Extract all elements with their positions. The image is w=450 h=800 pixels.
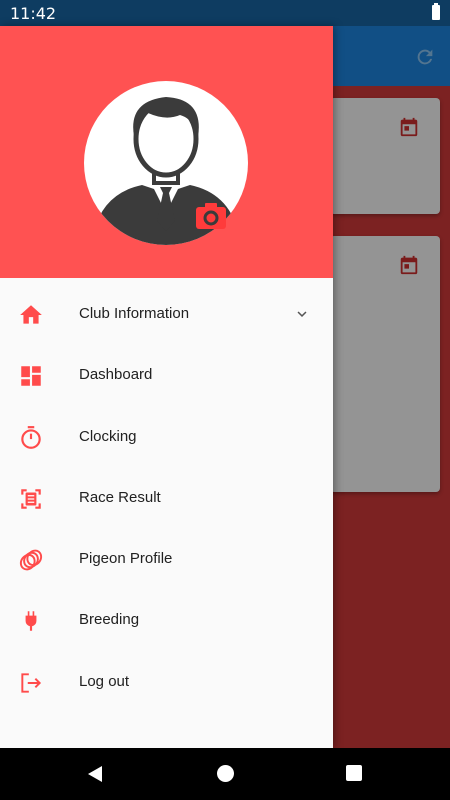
status-bar: 11:42	[0, 0, 450, 26]
timer-icon	[21, 425, 41, 449]
chevron-down-icon[interactable]	[293, 305, 311, 323]
status-time: 11:42	[10, 4, 57, 23]
menu-item-label: Club Information	[79, 305, 190, 322]
recents-icon[interactable]	[346, 765, 362, 781]
menu-item-pigeon-profile[interactable]: Pigeon Profile	[0, 529, 333, 590]
menu-item-label: Log out	[79, 672, 130, 690]
menu-item-label: Dashboard	[79, 366, 153, 384]
home-button-icon[interactable]	[217, 765, 234, 782]
battery-full-icon	[432, 3, 440, 20]
menu-item-label: Clocking	[79, 427, 137, 445]
menu-item-log-out[interactable]: Log out	[0, 652, 333, 713]
menu-item-label: Breeding	[79, 611, 140, 629]
back-icon[interactable]	[86, 765, 104, 783]
menu-item-clocking[interactable]: Clocking	[0, 407, 333, 468]
camera-icon[interactable]	[196, 203, 226, 229]
menu-item-label: Race Result	[79, 488, 161, 506]
drawer-header	[0, 26, 333, 278]
menu-item-club-information[interactable]: Club Information	[0, 284, 333, 345]
logout-icon	[21, 673, 42, 693]
home-icon	[20, 305, 42, 324]
race-result-icon	[21, 489, 41, 509]
plug-icon	[25, 611, 37, 632]
dashboard-icon	[21, 366, 41, 387]
menu-item-race-result[interactable]: Race Result	[0, 468, 333, 529]
menu-item-label: Pigeon Profile	[79, 550, 173, 568]
menu-item-dashboard[interactable]: Dashboard	[0, 345, 333, 406]
menu-item-breeding[interactable]: Breeding	[0, 590, 333, 651]
drawer-menu: Club Information Dashboard Clocking Race…	[0, 284, 333, 713]
navigation-drawer: Club Information Dashboard Clocking Race…	[0, 26, 333, 748]
pigeon-rings-icon	[19, 549, 43, 571]
system-nav-bar	[0, 748, 450, 800]
